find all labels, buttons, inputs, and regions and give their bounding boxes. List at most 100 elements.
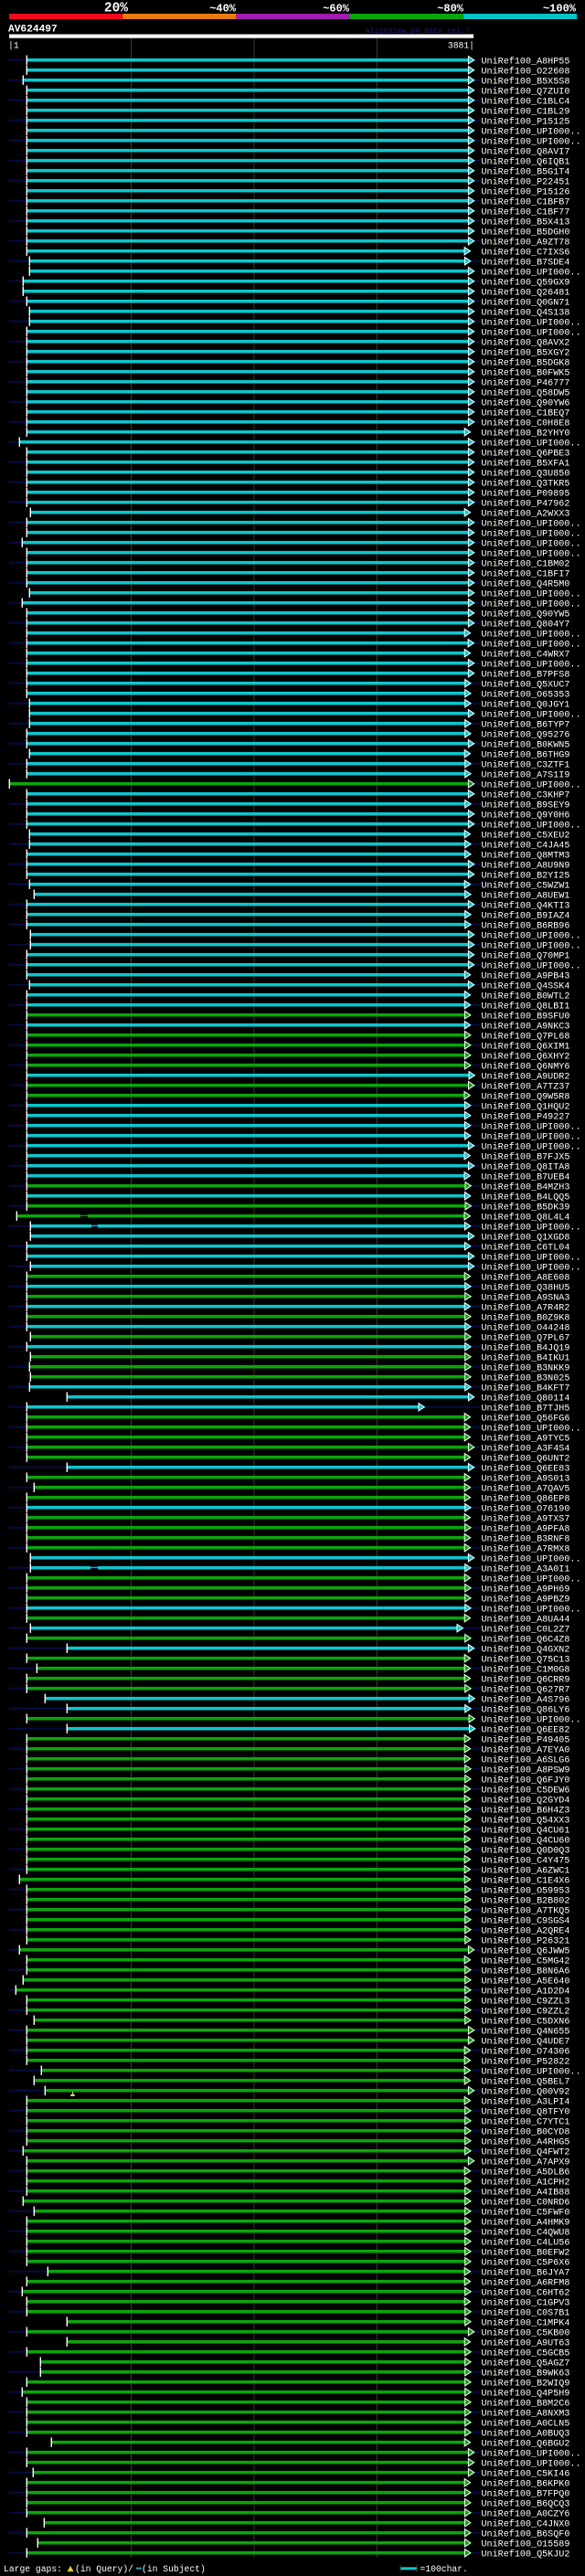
svg-text:UniRef100_A9NKC3: UniRef100_A9NKC3 — [482, 1021, 570, 1032]
svg-text:UniRef100_O15589: UniRef100_O15589 — [482, 2539, 570, 2549]
svg-text:UniRef100_B3NKK9: UniRef100_B3NKK9 — [482, 1362, 570, 1373]
svg-text:UniRef100_B8N6A6: UniRef100_B8N6A6 — [482, 1966, 570, 1977]
svg-text:UniRef100_C5XEU2: UniRef100_C5XEU2 — [482, 830, 570, 841]
svg-text:UniRef100_B7SDE4: UniRef100_B7SDE4 — [482, 257, 570, 268]
svg-text:UniRef100_UPI000..: UniRef100_UPI000.. — [482, 327, 581, 338]
svg-text:UniRef100_B6JYA7: UniRef100_B6JYA7 — [482, 2267, 570, 2278]
svg-text:~100%: ~100% — [543, 2, 577, 15]
svg-text:UniRef100_Q6XHY2: UniRef100_Q6XHY2 — [482, 1051, 570, 1062]
svg-text:UniRef100_Q38HU5: UniRef100_Q38HU5 — [482, 1282, 570, 1293]
svg-text:UniRef100_Q801I4: UniRef100_Q801I4 — [482, 1393, 570, 1404]
svg-text:UniRef100_Q4S138: UniRef100_Q4S138 — [482, 307, 570, 318]
svg-text:UniRef100_B0CYD8: UniRef100_B0CYD8 — [482, 2126, 570, 2137]
svg-text:UniRef100_B4MZH3: UniRef100_B4MZH3 — [482, 1182, 570, 1193]
svg-text:UniRef100_A8NXM3: UniRef100_A8NXM3 — [482, 2408, 570, 2419]
svg-text:UniRef100_B6TYP7: UniRef100_B6TYP7 — [482, 719, 570, 730]
svg-text:UniRef100_C1BL29: UniRef100_C1BL29 — [482, 106, 570, 117]
svg-text:UniRef100_C6TL04: UniRef100_C6TL04 — [482, 1242, 570, 1253]
svg-text:UniRef100_A1CPH2: UniRef100_A1CPH2 — [482, 2177, 570, 2188]
svg-text:UniRef100_A9ZT78: UniRef100_A9ZT78 — [482, 237, 570, 248]
svg-text:UniRef100_A7QAV5: UniRef100_A7QAV5 — [482, 1483, 570, 1494]
svg-text:UniRef100_Q4FWT2: UniRef100_Q4FWT2 — [482, 2147, 570, 2157]
svg-text:UniRef100_A9SNA3: UniRef100_A9SNA3 — [482, 1292, 570, 1303]
svg-text:UniRef100_A7RMX8: UniRef100_A7RMX8 — [482, 1543, 570, 1554]
svg-text:UniRef100_A7S1I9: UniRef100_A7S1I9 — [482, 769, 570, 780]
svg-text:UniRef100_C4WRX7: UniRef100_C4WRX7 — [482, 649, 570, 660]
svg-text:UniRef100_UPI000..: UniRef100_UPI000.. — [482, 528, 581, 539]
svg-text:UniRef100_Q0GN71: UniRef100_Q0GN71 — [482, 297, 570, 308]
svg-text:UniRef100_C9SGS4: UniRef100_C9SGS4 — [482, 1915, 570, 1926]
svg-text:UniRef100_Q8AVX2: UniRef100_Q8AVX2 — [482, 337, 570, 348]
svg-text:UniRef100_C7YTC1: UniRef100_C7YTC1 — [482, 2116, 570, 2127]
svg-text:UniRef100_Q7PL67: UniRef100_Q7PL67 — [482, 1332, 570, 1343]
svg-text:UniRef100_UPI000..: UniRef100_UPI000.. — [482, 1262, 581, 1273]
svg-text:UniRef100_A2QRE4: UniRef100_A2QRE4 — [482, 1925, 570, 1936]
svg-text:UniRef100_Q2GYD4: UniRef100_Q2GYD4 — [482, 1795, 570, 1806]
svg-text:UniRef100_C5DXN6: UniRef100_C5DXN6 — [482, 2016, 570, 2027]
svg-text:3881|: 3881| — [448, 40, 474, 50]
svg-text:UniRef100_B6KPK0: UniRef100_B6KPK0 — [482, 2478, 570, 2489]
svg-text:UniRef100_UPI000..: UniRef100_UPI000.. — [482, 548, 581, 559]
svg-text:UniRef100_C1BM02: UniRef100_C1BM02 — [482, 558, 570, 569]
svg-text:UniRef100_Q8TFY0: UniRef100_Q8TFY0 — [482, 2106, 570, 2117]
svg-text:UniRef100_A7EYA0: UniRef100_A7EYA0 — [482, 1744, 570, 1755]
svg-text:UniRef100_A8E608: UniRef100_A8E608 — [482, 1272, 570, 1283]
svg-text:=100char.: =100char. — [420, 2564, 468, 2574]
svg-text:UniRef100_B3N025: UniRef100_B3N025 — [482, 1373, 570, 1383]
svg-text:UniRef100_B5DGK8: UniRef100_B5DGK8 — [482, 357, 570, 368]
svg-text:UniRef100_C1E4X6: UniRef100_C1E4X6 — [482, 1875, 570, 1886]
svg-text:UniRef100_P26321: UniRef100_P26321 — [482, 1935, 570, 1946]
svg-text:UniRef100_B4LQQ5: UniRef100_B4LQQ5 — [482, 1192, 570, 1203]
svg-text:UniRef100_P46777: UniRef100_P46777 — [482, 377, 570, 388]
svg-text:UniRef100_A9TYC5: UniRef100_A9TYC5 — [482, 1433, 570, 1444]
svg-text:UniRef100_B7FPQ0: UniRef100_B7FPQ0 — [482, 2488, 570, 2499]
svg-text:UniRef100_UPI000..: UniRef100_UPI000.. — [482, 709, 581, 720]
svg-text:UniRef100_Q9W5R8: UniRef100_Q9W5R8 — [482, 1091, 570, 1102]
svg-text:UniRef100_UPI000..: UniRef100_UPI000.. — [482, 960, 581, 971]
svg-text:UniRef100_Q8L4L4: UniRef100_Q8L4L4 — [482, 1212, 570, 1223]
svg-text:UniRef100_A9PH69: UniRef100_A9PH69 — [482, 1584, 570, 1595]
svg-text:UniRef100_B8M2C6: UniRef100_B8M2C6 — [482, 2398, 570, 2409]
svg-text:UniRef100_Q4CU60: UniRef100_Q4CU60 — [482, 1835, 570, 1846]
svg-text:UniRef100_UPI000..: UniRef100_UPI000.. — [482, 1252, 581, 1263]
svg-text:UniRef100_Q6EE82: UniRef100_Q6EE82 — [482, 1724, 570, 1735]
svg-text:UniRef100_B6H4Z3: UniRef100_B6H4Z3 — [482, 1805, 570, 1816]
svg-text:UniRef100_C0NRD6: UniRef100_C0NRD6 — [482, 2197, 570, 2208]
svg-text:UniRef100_B9IAZ4: UniRef100_B9IAZ4 — [482, 910, 570, 921]
svg-text:Large gaps:: Large gaps: — [4, 2564, 62, 2574]
svg-text:UniRef100_A7TKQ5: UniRef100_A7TKQ5 — [482, 1905, 570, 1916]
svg-text:UniRef100_Q70MP1: UniRef100_Q70MP1 — [482, 950, 570, 961]
svg-text:UniRef100_B0FWK5: UniRef100_B0FWK5 — [482, 367, 570, 378]
svg-text:UniRef100_A1D2D4: UniRef100_A1D2D4 — [482, 1986, 570, 1997]
svg-text:UniRef100_B0KWN5: UniRef100_B0KWN5 — [482, 739, 570, 750]
svg-text:UniRef100_C1BEQ7: UniRef100_C1BEQ7 — [482, 408, 570, 419]
svg-text:UniRef100_Q6PBE3: UniRef100_Q6PBE3 — [482, 448, 570, 459]
svg-text:UniRef100_P49227: UniRef100_P49227 — [482, 1111, 570, 1122]
svg-text:UniRef100_Q95276: UniRef100_Q95276 — [482, 729, 570, 740]
svg-text:UniRef100_C4JNX0: UniRef100_C4JNX0 — [482, 2518, 570, 2529]
svg-text:UniRef100_Q7ZUI0: UniRef100_Q7ZUI0 — [482, 86, 570, 97]
svg-text:UniRef100_P22451: UniRef100_P22451 — [482, 176, 570, 187]
svg-text:UniRef100_C5FWF0: UniRef100_C5FWF0 — [482, 2207, 570, 2218]
svg-text:UniRef100_Q6CRR9: UniRef100_Q6CRR9 — [482, 1674, 570, 1685]
svg-text:UniRef100_A3F4S4: UniRef100_A3F4S4 — [482, 1443, 570, 1454]
svg-text:UniRef100_B7UEB4: UniRef100_B7UEB4 — [482, 1171, 570, 1182]
svg-text:UniRef100_UPI000..: UniRef100_UPI000.. — [482, 2448, 581, 2459]
svg-text:UniRef100_A2WXX3: UniRef100_A2WXX3 — [482, 508, 570, 519]
svg-text:UniRef100_Q5XUC7: UniRef100_Q5XUC7 — [482, 679, 570, 690]
svg-text:UniRef100_C4JA45: UniRef100_C4JA45 — [482, 840, 570, 851]
svg-text:UniRef100_Q0D0Q3: UniRef100_Q0D0Q3 — [482, 1845, 570, 1856]
svg-text:UniRef100_Q8AVI7: UniRef100_Q8AVI7 — [482, 146, 570, 157]
svg-text:UniRef100_Q56FG6: UniRef100_Q56FG6 — [482, 1413, 570, 1424]
svg-text:UniRef100_A8PSW9: UniRef100_A8PSW9 — [482, 1765, 570, 1776]
svg-text:UniRef100_B5G1T4: UniRef100_B5G1T4 — [482, 166, 570, 177]
svg-text:UniRef100_Q6IQB1: UniRef100_Q6IQB1 — [482, 156, 570, 167]
svg-text:UniRef100_C3KHP7: UniRef100_C3KHP7 — [482, 790, 570, 800]
svg-text:UniRef100_C5KB00: UniRef100_C5KB00 — [482, 2327, 570, 2338]
svg-text:UniRef100_Q54XX3: UniRef100_Q54XX3 — [482, 1815, 570, 1826]
svg-text:UniRef100_B4KFT7: UniRef100_B4KFT7 — [482, 1383, 570, 1394]
svg-text:UniRef100_A8U9N9: UniRef100_A8U9N9 — [482, 860, 570, 871]
svg-text:UniRef100_A4IB88: UniRef100_A4IB88 — [482, 2187, 570, 2198]
svg-text:UniRef100_Q6UNT2: UniRef100_Q6UNT2 — [482, 1453, 570, 1464]
svg-text:UniRef100_A8HP55: UniRef100_A8HP55 — [482, 56, 570, 67]
